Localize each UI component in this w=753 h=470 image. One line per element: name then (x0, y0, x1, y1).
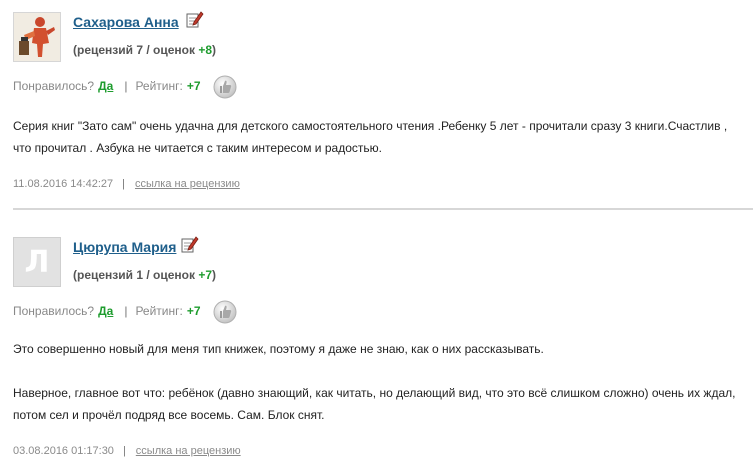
stats-score: +7 (198, 268, 213, 282)
review-text: Серия книг "Зато сам" очень удачна для д… (13, 115, 743, 159)
pencil-note-icon[interactable] (186, 10, 204, 28)
review-date: 11.08.2016 14:42:27 (13, 178, 114, 190)
separator: | (122, 445, 126, 457)
thumbs-up-icon[interactable] (213, 300, 237, 324)
review-footer: 03.08.2016 01:17:30 | ссылка на рецензию (13, 445, 241, 457)
separator: | (124, 304, 128, 318)
like-yes-link[interactable]: Да (98, 79, 113, 93)
like-rating-row: Понравилось? Да | Рейтинг: +7 (13, 304, 201, 318)
like-rating-row: Понравилось? Да | Рейтинг: +7 (13, 79, 201, 93)
pencil-note-icon[interactable] (181, 235, 199, 253)
review-paragraph: Это совершенно новый для меня тип книжек… (13, 342, 544, 356)
separator: | (122, 178, 125, 190)
thumbs-up-icon[interactable] (213, 75, 237, 99)
review-text: Это совершенно новый для меня тип книжек… (13, 338, 743, 426)
avatar[interactable]: Л (13, 237, 61, 287)
stats-score: +8 (198, 43, 213, 57)
stats-suffix: ) (212, 43, 217, 57)
review-permalink[interactable]: ссылка на рецензию (136, 445, 241, 457)
review-stats: (рецензий 7 / оценок +8) (73, 43, 216, 57)
review-stats: (рецензий 1 / оценок +7) (73, 268, 216, 282)
rating-value: +7 (186, 304, 201, 318)
rating-value: +7 (186, 79, 201, 93)
divider (13, 208, 753, 210)
rating-label: Рейтинг: (135, 304, 183, 318)
avatar-picture (14, 13, 60, 61)
liked-question: Понравилось? (13, 79, 95, 93)
review-paragraph: Наверное, главное вот что: ребёнок (давн… (13, 386, 736, 422)
separator: | (124, 79, 128, 93)
review-footer: 11.08.2016 14:42:27 | ссылка на рецензию (13, 178, 240, 190)
review-date: 03.08.2016 01:17:30 (13, 445, 114, 457)
liked-question: Понравилось? (13, 304, 95, 318)
avatar-letter: Л (24, 244, 50, 280)
rating-label: Рейтинг: (135, 79, 183, 93)
stats-suffix: ) (212, 268, 217, 282)
author-name-link[interactable]: Цюрупа Мария (73, 239, 176, 255)
like-yes-link[interactable]: Да (98, 304, 113, 318)
stats-prefix: (рецензий 7 / оценок (73, 43, 199, 57)
review-permalink[interactable]: ссылка на рецензию (135, 178, 240, 190)
author-name-link[interactable]: Сахарова Анна (73, 14, 179, 30)
stats-prefix: (рецензий 1 / оценок (73, 268, 199, 282)
avatar[interactable] (13, 12, 61, 62)
review-paragraph: Серия книг "Зато сам" очень удачна для д… (13, 119, 728, 155)
